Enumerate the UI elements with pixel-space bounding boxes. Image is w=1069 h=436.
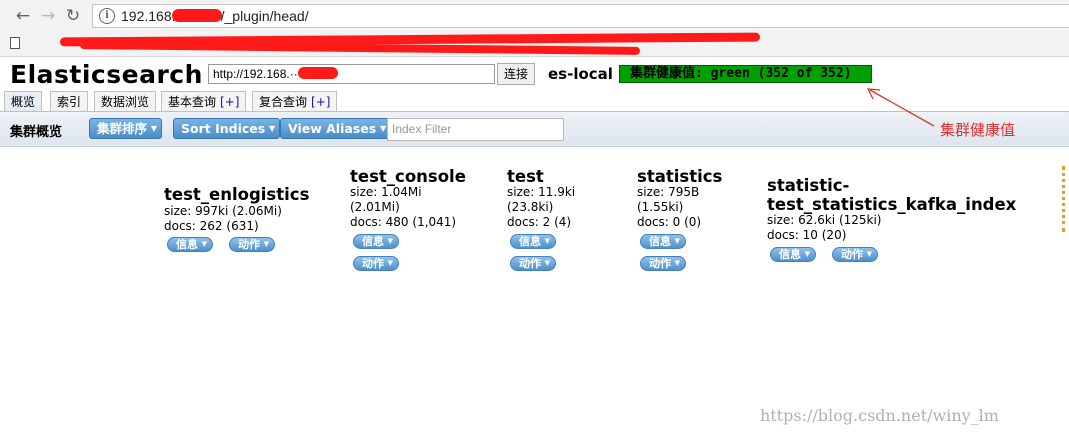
- index-action-button[interactable]: 动作 ▼: [229, 237, 275, 252]
- button-label: 动作: [649, 257, 671, 270]
- index-info-button[interactable]: 信息 ▼: [510, 234, 556, 249]
- index-info-button[interactable]: 信息 ▼: [640, 234, 686, 249]
- index-name: test_enlogistics: [164, 185, 310, 204]
- caret-down-icon: ▼: [150, 124, 158, 133]
- tab-browser[interactable]: 数据浏览: [94, 91, 157, 112]
- index-docs: docs: 0 (0): [637, 215, 702, 229]
- button-label: 信息: [649, 235, 671, 248]
- tab-label: 数据浏览: [101, 95, 150, 109]
- caret-down-icon: ▼: [387, 259, 393, 267]
- app-title: Elasticsearch: [10, 60, 203, 89]
- caret-down-icon: ▼: [263, 240, 269, 248]
- tab-label: 概览: [11, 95, 36, 109]
- index-docs: docs: 262 (631): [164, 219, 259, 233]
- caret-down-icon: ▼: [380, 124, 387, 133]
- view-aliases-button[interactable]: View Aliases ▼: [280, 118, 392, 139]
- browser-toolbar: ← → ↻ i 192.168.···9200/_plugin/head/: [0, 0, 1069, 32]
- tab-label: 基本查询: [168, 95, 217, 109]
- index-name-continued: test_statistics_kafka_index: [767, 195, 1017, 214]
- cluster-health-badge: 集群健康值: green (352 of 352): [619, 65, 872, 83]
- back-icon[interactable]: ←: [12, 5, 34, 27]
- address-bar[interactable]: i 192.168.···9200/_plugin/head/: [92, 4, 1069, 28]
- annotation-label: 集群健康值: [940, 121, 1016, 139]
- index-size: size: 1.04Mi: [350, 185, 422, 199]
- clipped-index-card: [1062, 166, 1069, 232]
- index-action-button[interactable]: 动作 ▼: [832, 247, 878, 262]
- index-name: test_console: [350, 167, 466, 186]
- cluster-name: es-local: [548, 65, 613, 83]
- tab-indices[interactable]: 索引: [50, 91, 89, 112]
- bookmark-icon[interactable]: [10, 37, 20, 49]
- index-size: size: 997ki (2.06Mi): [164, 204, 282, 218]
- button-label: 信息: [519, 235, 541, 248]
- button-label: View Aliases: [288, 121, 377, 136]
- index-size: size: 62.6ki (125ki): [767, 213, 882, 227]
- redaction-mark: [172, 9, 222, 22]
- add-tab-link[interactable]: [+]: [311, 95, 330, 109]
- index-docs: docs: 2 (4): [507, 215, 572, 229]
- button-label: 动作: [362, 257, 384, 270]
- tab-label: 索引: [57, 95, 82, 109]
- index-size-total: (23.8ki): [507, 200, 554, 214]
- index-size-total: (1.55ki): [637, 200, 684, 214]
- index-size: size: 11.9ki: [507, 185, 576, 199]
- button-label: 动作: [841, 248, 863, 261]
- overview-label: 集群概览: [10, 125, 63, 140]
- connect-button[interactable]: 连接: [497, 63, 536, 85]
- tab-overview[interactable]: 概览: [4, 91, 43, 112]
- caret-down-icon: ▼: [201, 240, 207, 248]
- caret-down-icon: ▼: [804, 250, 810, 258]
- button-label: Sort Indices: [181, 121, 266, 136]
- button-label: 信息: [362, 235, 384, 248]
- index-size-total: (2.01Mi): [350, 200, 400, 214]
- index-docs: docs: 480 (1,041): [350, 215, 457, 229]
- button-label: 动作: [238, 238, 260, 251]
- annotation-arrow: [866, 88, 935, 127]
- button-label: 动作: [519, 257, 541, 270]
- caret-down-icon: ▼: [866, 250, 872, 258]
- button-label: 信息: [176, 238, 198, 251]
- caret-down-icon: ▼: [269, 124, 276, 133]
- caret-down-icon: ▼: [674, 237, 680, 245]
- index-info-button[interactable]: 信息 ▼: [353, 234, 399, 249]
- index-info-button[interactable]: 信息 ▼: [770, 247, 816, 262]
- index-name: test: [507, 167, 544, 186]
- index-name: statistic-: [767, 176, 850, 195]
- index-action-button[interactable]: 动作 ▼: [640, 256, 686, 271]
- info-icon[interactable]: i: [99, 8, 115, 24]
- redaction-mark: [298, 67, 338, 79]
- index-info-button[interactable]: 信息 ▼: [167, 237, 213, 252]
- index-name: statistics: [637, 167, 723, 186]
- tab-basic-query[interactable]: 基本查询 [+]: [161, 91, 247, 112]
- connection-url-input[interactable]: http://192.168.···9200/: [208, 64, 495, 84]
- index-action-button[interactable]: 动作 ▼: [510, 256, 556, 271]
- button-label: 集群排序: [97, 121, 148, 136]
- caret-down-icon: ▼: [387, 237, 393, 245]
- caret-down-icon: ▼: [544, 237, 550, 245]
- caret-down-icon: ▼: [544, 259, 550, 267]
- forward-icon[interactable]: →: [37, 5, 59, 27]
- reload-icon[interactable]: ↻: [62, 5, 84, 27]
- tab-structured-query[interactable]: 复合查询 [+]: [252, 91, 338, 112]
- index-action-button[interactable]: 动作 ▼: [353, 256, 399, 271]
- cluster-sort-button[interactable]: 集群排序 ▼: [89, 118, 163, 139]
- caret-down-icon: ▼: [674, 259, 680, 267]
- add-tab-link[interactable]: [+]: [220, 95, 239, 109]
- watermark: https://blog.csdn.net/winy_lm: [760, 406, 999, 425]
- index-docs: docs: 10 (20): [767, 228, 847, 242]
- index-size: size: 795B: [637, 185, 700, 199]
- sort-indices-button[interactable]: Sort Indices ▼: [173, 118, 281, 139]
- index-filter-input[interactable]: Index Filter: [387, 118, 564, 141]
- button-label: 信息: [779, 248, 801, 261]
- tab-label: 复合查询: [259, 95, 308, 109]
